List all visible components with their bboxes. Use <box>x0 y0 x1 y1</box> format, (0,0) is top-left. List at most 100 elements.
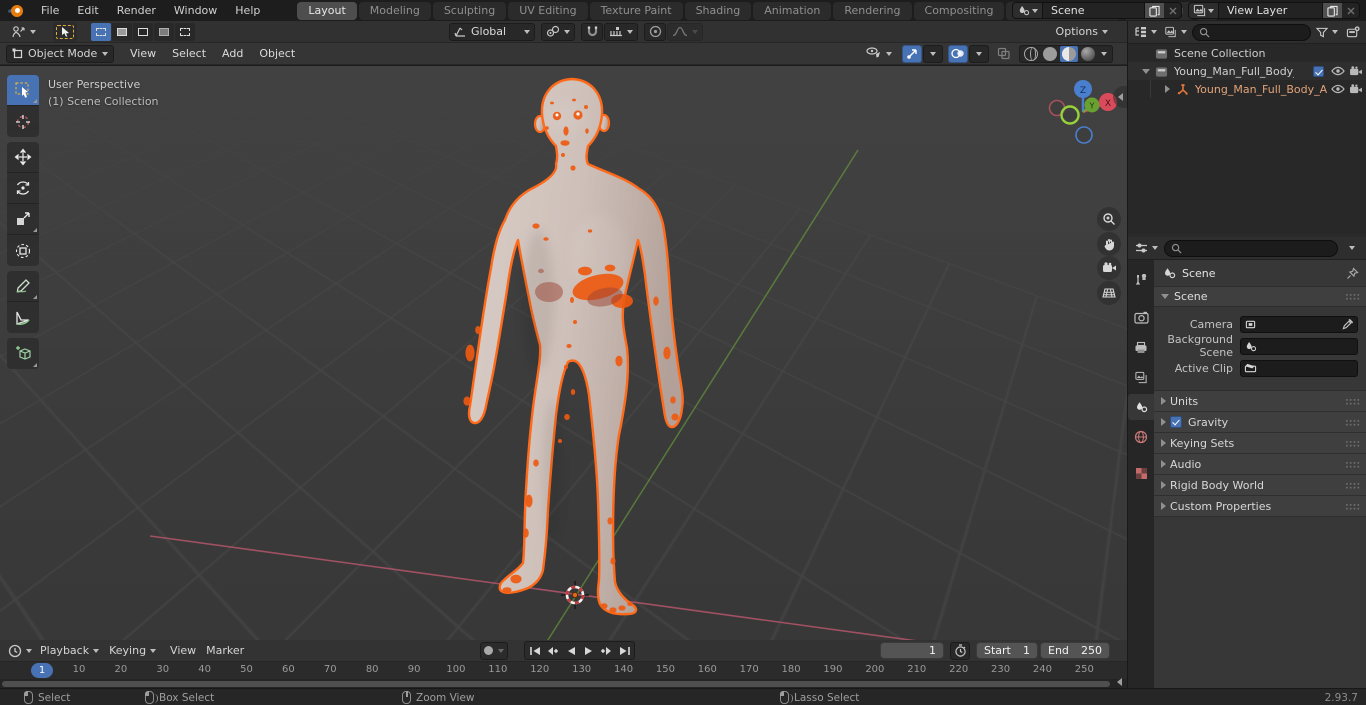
shading-wireframe-button[interactable] <box>1022 46 1040 62</box>
panel-drag-handle[interactable] <box>1345 460 1360 468</box>
panel-drag-handle[interactable] <box>1345 293 1360 300</box>
gravity-checkbox[interactable] <box>1170 416 1182 428</box>
workspace-tab-rendering[interactable]: Rendering <box>833 1 912 20</box>
tab-scene[interactable] <box>1128 394 1154 420</box>
menu-render[interactable]: Render <box>108 2 165 20</box>
jump-to-end-button[interactable] <box>616 643 633 658</box>
tool-annotate[interactable] <box>7 271 39 302</box>
panel-drag-handle[interactable] <box>1345 439 1360 447</box>
workspace-tab-modeling[interactable]: Modeling <box>358 1 431 20</box>
unlink-scene-button[interactable] <box>1164 3 1181 18</box>
panel-units[interactable]: Units <box>1154 391 1366 412</box>
play-reverse-button[interactable] <box>562 643 579 658</box>
outliner-row-scene-collection[interactable]: Scene Collection <box>1128 44 1366 62</box>
menu-file[interactable]: File <box>32 2 68 20</box>
hide-eye-icon[interactable] <box>1331 83 1345 95</box>
object-visibility-dropdown[interactable] <box>861 45 897 63</box>
current-frame-indicator[interactable]: 1 <box>31 663 53 678</box>
record-icon[interactable] <box>484 646 493 655</box>
tool-cursor[interactable] <box>7 106 39 137</box>
proportional-editing-button[interactable] <box>644 22 667 41</box>
camera-field[interactable] <box>1240 315 1358 333</box>
panel-drag-handle[interactable] <box>1345 502 1360 510</box>
menu-help[interactable]: Help <box>226 2 269 20</box>
outliner-editor-type-button[interactable] <box>1132 23 1159 41</box>
playback-menu[interactable]: Playback <box>35 642 104 660</box>
outliner-row-collection[interactable]: Young_Man_Full_Body_Anato <box>1128 62 1366 80</box>
outliner-display-mode-button[interactable] <box>1162 23 1189 41</box>
tool-scale[interactable] <box>7 204 39 235</box>
proportional-falloff-dropdown[interactable] <box>667 22 704 41</box>
properties-editor-type-button[interactable] <box>1133 239 1160 257</box>
outliner-search-input[interactable] <box>1192 23 1311 41</box>
scene-panel-header[interactable]: Scene <box>1154 286 1366 307</box>
next-keyframe-button[interactable] <box>598 643 615 658</box>
panel-gravity[interactable]: Gravity <box>1154 412 1366 433</box>
shading-rendered-button[interactable] <box>1079 46 1097 62</box>
select-mode-set-button[interactable] <box>91 22 111 41</box>
editor-type-button[interactable] <box>6 23 41 41</box>
timeline-ruler[interactable]: 1 10 20 30 40 50 60 70 80 90 100 110 120 130 140 150 16… <box>0 662 1127 679</box>
select-mode-extend-button[interactable] <box>112 22 132 41</box>
active-clip-field[interactable] <box>1240 359 1358 377</box>
timeline-editor-type-button[interactable] <box>5 642 35 660</box>
shading-solid-button[interactable] <box>1041 46 1059 62</box>
menu-object[interactable]: Object <box>251 47 303 60</box>
panel-drag-handle[interactable] <box>1345 418 1360 426</box>
jump-to-start-button[interactable] <box>526 643 543 658</box>
panel-keying-sets[interactable]: Keying Sets <box>1154 433 1366 454</box>
workspace-tab-shading[interactable]: Shading <box>684 1 752 20</box>
workspace-tab-texture-paint[interactable]: Texture Paint <box>589 1 683 20</box>
options-dropdown[interactable]: Options <box>1051 23 1113 41</box>
scene-selector[interactable]: Scene <box>1012 2 1182 19</box>
marker-menu[interactable]: Marker <box>201 642 249 660</box>
gizmos-toggle-button[interactable] <box>902 44 922 63</box>
keying-menu[interactable]: Keying <box>104 642 161 660</box>
tool-transform[interactable] <box>7 235 39 266</box>
tool-rotate[interactable] <box>7 173 39 204</box>
camera-view-button[interactable] <box>1097 256 1121 280</box>
disclosure-open-icon[interactable] <box>1142 68 1150 74</box>
viewport-3d[interactable]: User Perspective (1) Scene Collection Z … <box>0 66 1127 640</box>
menu-add[interactable]: Add <box>214 47 251 60</box>
panel-drag-handle[interactable] <box>1345 481 1360 489</box>
outliner-row-object[interactable]: Young_Man_Full_Body_A <box>1128 80 1366 98</box>
eyedropper-icon[interactable] <box>1342 318 1354 330</box>
view-layer-selector[interactable]: View Layer <box>1188 2 1360 19</box>
mode-dropdown[interactable]: Object Mode <box>6 44 114 63</box>
panel-audio[interactable]: Audio <box>1154 454 1366 475</box>
snap-toggle-button[interactable] <box>581 22 604 41</box>
current-frame-field[interactable]: 1 <box>880 642 944 659</box>
disable-render-camera-icon[interactable] <box>1349 83 1363 95</box>
previous-keyframe-button[interactable] <box>544 643 561 658</box>
play-button[interactable] <box>580 643 597 658</box>
zoom-view-button[interactable] <box>1097 207 1121 231</box>
snap-settings-dropdown[interactable] <box>604 22 639 41</box>
hide-eye-icon[interactable] <box>1331 65 1345 77</box>
pin-icon[interactable] <box>1346 266 1359 280</box>
panel-custom-properties[interactable]: Custom Properties <box>1154 496 1366 517</box>
workspace-tab-compositing[interactable]: Compositing <box>913 1 1005 20</box>
tab-render[interactable] <box>1128 304 1154 330</box>
panel-rigid-body-world[interactable]: Rigid Body World <box>1154 475 1366 496</box>
tool-move[interactable] <box>7 142 39 173</box>
active-tool-select-box[interactable] <box>53 21 77 42</box>
workspace-tab-layout[interactable]: Layout <box>297 1 357 20</box>
background-scene-field[interactable] <box>1240 337 1358 355</box>
transform-orientation-dropdown[interactable]: Global <box>449 22 536 41</box>
workspace-tab-sculpting[interactable]: Sculpting <box>432 1 507 20</box>
toggle-ortho-button[interactable] <box>1097 281 1121 305</box>
menu-select[interactable]: Select <box>164 47 214 60</box>
new-collection-button[interactable] <box>1343 23 1363 41</box>
outliner-filter-button[interactable] <box>1314 23 1340 41</box>
overlays-dropdown[interactable] <box>969 44 989 63</box>
select-mode-invert-button[interactable] <box>154 22 174 41</box>
gizmos-dropdown[interactable] <box>923 44 943 63</box>
menu-edit[interactable]: Edit <box>68 2 107 20</box>
workspace-tab-animation[interactable]: Animation <box>753 1 832 20</box>
navigation-gizmo[interactable]: Z X Y <box>1038 72 1126 152</box>
tab-texture[interactable] <box>1128 460 1154 486</box>
select-mode-subtract-button[interactable] <box>133 22 153 41</box>
tab-output[interactable] <box>1128 334 1154 360</box>
tool-select-box[interactable] <box>7 75 39 106</box>
